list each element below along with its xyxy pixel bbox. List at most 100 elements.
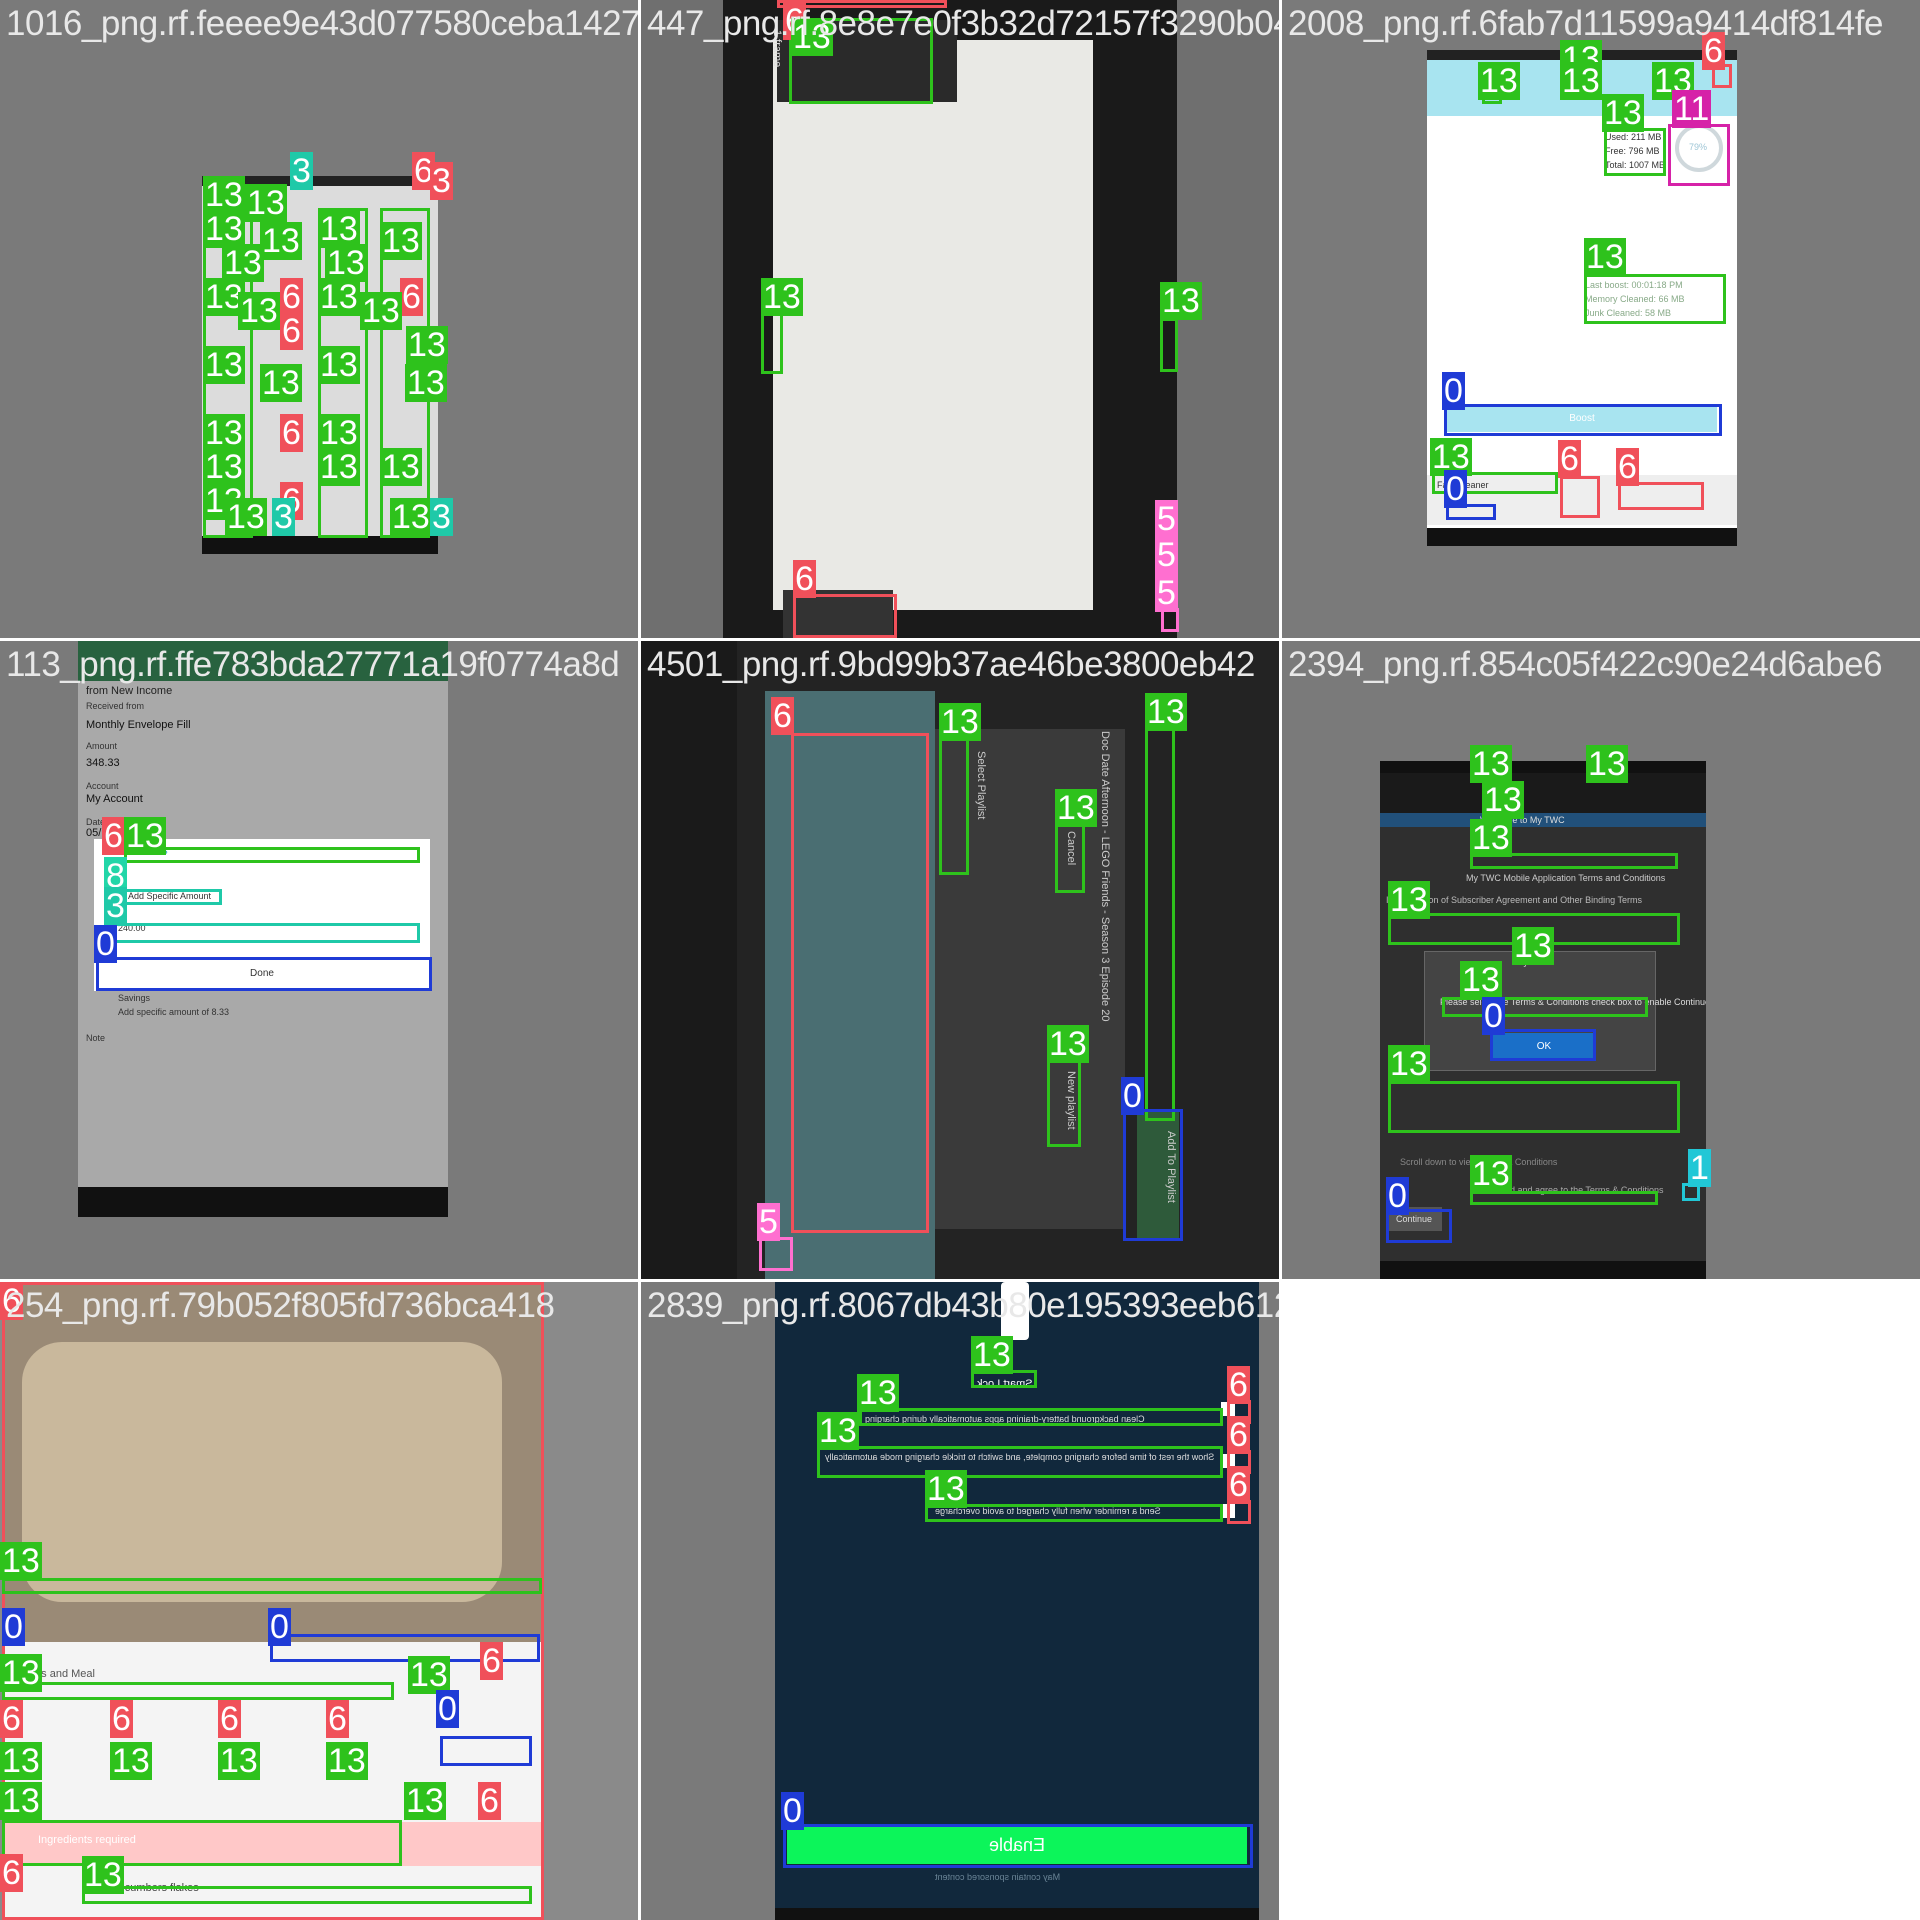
annotation-label: 13 (222, 244, 264, 282)
sponsored-note: May contain sponsored content (935, 1872, 1061, 1882)
annotation-box (1388, 1081, 1680, 1133)
annotation-label: 0 (268, 1608, 291, 1646)
annotation-label: 13 (1482, 781, 1524, 819)
annotation-label: 13 (1478, 62, 1520, 100)
received-from-label: Received from (86, 701, 145, 711)
annotation-label: 5 (1155, 536, 1178, 574)
annotation-label: 0 (436, 1690, 459, 1728)
annotation-label: 13 (238, 292, 280, 330)
annotation-label: 13 (203, 210, 245, 248)
annotation-label: 6 (280, 414, 303, 452)
annotation-label: 13 (218, 1742, 260, 1780)
annotation-label: 13 (1470, 1155, 1512, 1193)
annotation-label: 13 (1512, 927, 1554, 965)
annotation-label: 13 (1470, 745, 1512, 783)
annotation-box (2, 1578, 542, 1594)
annotation-label: 13 (939, 703, 981, 741)
mosaic-grid: 1016_png.rf.feeee9e43d077580ceba1427d66 … (0, 0, 1920, 1920)
annotation-box (791, 733, 929, 1233)
annotation-label: 13 (380, 448, 422, 486)
date-value[interactable]: 05/ (86, 827, 101, 839)
annotation-label: 13 (318, 448, 360, 486)
tile-5-annotations: 6 13 13 13 13 0 5 Doc Date Afternoon - L… (641, 641, 1279, 1279)
annotation-box (1444, 404, 1722, 436)
annotation-label: 6 (0, 1854, 23, 1892)
annotation-label: 5 (1155, 500, 1178, 538)
annotation-label: 13 (0, 1742, 42, 1780)
annotation-label: 13 (1584, 238, 1626, 276)
annotation-label: 13 (971, 1336, 1013, 1374)
annotation-label: 13 (1560, 62, 1602, 100)
tile-7: 254_png.rf.79b052f805fd736bca418 Ins and… (0, 1282, 638, 1920)
annotation-label: 13 (761, 278, 803, 316)
annotation-box (112, 923, 420, 943)
annotation-box (925, 1504, 1223, 1522)
annotation-label: 13 (405, 364, 447, 402)
annotation-box (1160, 318, 1178, 372)
annotation-label: 13 (1388, 1045, 1430, 1083)
annotation-label: 6 (280, 312, 303, 350)
annotation-label: 13 (260, 364, 302, 402)
annotation-box (124, 889, 222, 905)
account-label: Account (86, 781, 119, 791)
annotation-label: 13 (225, 498, 267, 536)
annotation-label: 0 (1444, 470, 1467, 508)
annotation-label: 6 (280, 278, 303, 316)
annotation-label: 13 (318, 210, 360, 248)
annotation-label: 0 (1386, 1177, 1409, 1215)
annotation-label: 13 (1602, 94, 1644, 132)
annotation-label: 13 (404, 1782, 446, 1820)
sub-header: from New Income (86, 685, 173, 697)
annotation-label: 13 (406, 326, 448, 364)
annotation-label: 3 (430, 162, 453, 200)
amount-value[interactable]: 348.33 (86, 757, 120, 769)
annotation-label: 6 (480, 1642, 503, 1680)
tile-title: 2394_png.rf.854c05f422c90e24d6abe6 (1288, 645, 1883, 684)
annotation-label: 13 (318, 346, 360, 384)
annotation-box (1668, 124, 1730, 186)
annotation-label: 6 (218, 1700, 241, 1738)
annotation-box (1490, 1029, 1596, 1061)
annotation-box (1470, 1191, 1658, 1205)
tile-6: 2394_png.rf.854c05f422c90e24d6abe6 Welco… (1282, 641, 1920, 1279)
annotation-label: 13 (817, 1412, 859, 1450)
account-value[interactable]: My Account (86, 793, 143, 805)
annotation-label: 13 (82, 1856, 124, 1894)
annotation-label: 6 (400, 278, 423, 316)
annotation-label: 13 (0, 1542, 42, 1580)
annotation-box (96, 957, 432, 991)
annotation-label: 6 (1616, 448, 1639, 486)
annotation-label: 13 (124, 817, 166, 855)
annotation-label: 0 (2, 1608, 25, 1646)
annotation-label: 3 (272, 498, 295, 536)
annotation-label: 13 (203, 346, 245, 384)
annotation-label: 6 (0, 1700, 23, 1738)
annotation-box (124, 847, 420, 863)
annotation-label: 3 (104, 887, 127, 925)
episode-title: Doc Date Afternoon - LEGO Friends - Seas… (1099, 731, 1111, 1022)
annotation-label: 3 (430, 498, 453, 536)
annotation-box (1123, 1109, 1183, 1241)
annotation-box (1618, 482, 1704, 510)
annotation-box (761, 308, 783, 374)
savings-sub: Add specific amount of 8.33 (118, 1007, 230, 1017)
annotation-label: 13 (325, 244, 367, 282)
received-from-value[interactable]: Monthly Envelope Fill (86, 719, 191, 731)
annotation-label: 13 (318, 278, 360, 316)
annotation-label: 6 (110, 1700, 133, 1738)
tile-2: 447_png.rf.8e8e7e0f3b32d72157f3290b041 1… (641, 0, 1279, 638)
annotation-label: 13 (203, 448, 245, 486)
annotation-box (2, 1820, 402, 1866)
annotation-label: 6 (1227, 1466, 1250, 1504)
tile-title: 2008_png.rf.6fab7d11599a9414df814fe (1288, 4, 1883, 43)
annotation-box (2, 1682, 394, 1700)
annotation-label: 1 (1688, 1149, 1711, 1187)
tile-title: 4501_png.rf.9bd99b37ae46be3800eb42 (647, 645, 1255, 684)
annotation-box (1584, 274, 1726, 324)
tile-8: 2839_png.rf.8067db43b80e195393eeb6121247… (641, 1282, 1279, 1920)
annotation-label: 3 (290, 152, 313, 190)
annotation-label: 13 (1055, 789, 1097, 827)
annotation-label: 5 (757, 1203, 780, 1241)
tile-title: 2839_png.rf.8067db43b80e195393eeb6121247… (647, 1286, 1279, 1325)
annotation-label: 13 (380, 222, 422, 260)
